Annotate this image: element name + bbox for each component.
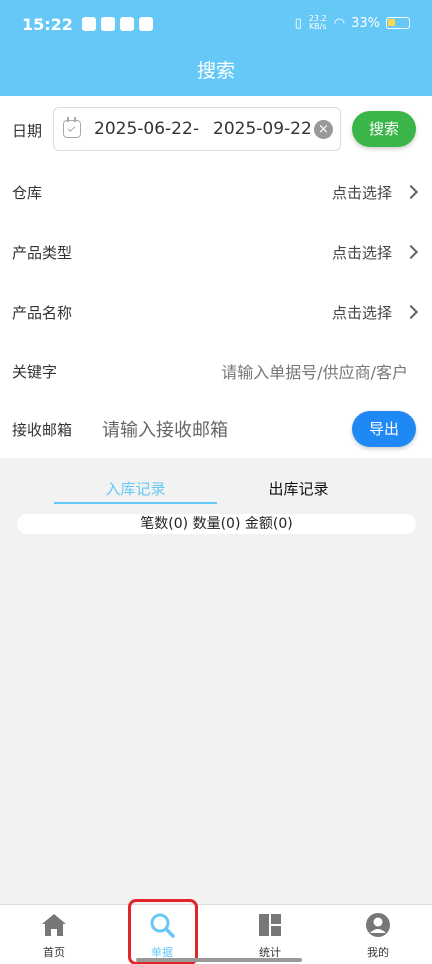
product-name-row[interactable]: 产品名称 点击选择 [0, 282, 432, 342]
warehouse-label: 仓库 [12, 184, 43, 202]
network-speed: 23.2 KB/s [308, 14, 327, 31]
email-label: 接收邮箱 [12, 421, 73, 439]
app-notification-icon [101, 17, 115, 31]
nav-home[interactable]: 首页 [0, 905, 108, 964]
wifi-icon: ◠ [333, 15, 346, 31]
date-start[interactable]: 2025-06-22 [94, 119, 193, 139]
battery-icon [386, 17, 410, 29]
status-time: 15:22 [22, 15, 73, 34]
highlight-box [128, 899, 198, 964]
calendar-icon [63, 117, 81, 138]
product-name-label: 产品名称 [12, 304, 73, 322]
export-button[interactable]: 导出 [352, 411, 416, 447]
keyword-input[interactable]: 请输入单据号/供应商/客户 [221, 359, 408, 383]
search-button[interactable]: 搜索 [352, 111, 416, 147]
chevron-right-icon [403, 244, 419, 260]
product-type-label: 产品类型 [12, 244, 73, 262]
notification-icons [82, 17, 153, 31]
nav-statistics[interactable]: 统计 [216, 905, 324, 964]
date-label: 日期 [12, 122, 43, 140]
status-bar: 15:22 ▯ 23.2 KB/s ◠ 33% [0, 0, 432, 50]
dashboard-icon [259, 914, 281, 936]
nav-home-label: 首页 [43, 946, 65, 959]
tab-inbound[interactable]: 入库记录 [54, 478, 217, 499]
app-notification-icon [82, 17, 96, 31]
summary-bar: 笔数(0) 数量(0) 金额(0) [17, 514, 416, 534]
product-type-select[interactable]: 点击选择 [332, 242, 392, 263]
active-tab-indicator [54, 502, 217, 504]
app-notification-icon [139, 17, 153, 31]
status-right: ▯ 23.2 KB/s ◠ 33% [295, 15, 410, 31]
nav-profile[interactable]: 我的 [324, 905, 432, 964]
home-icon [42, 914, 66, 936]
gesture-bar [136, 958, 302, 962]
nav-profile-label: 我的 [367, 946, 389, 959]
record-tabs: 入库记录 出库记录 [0, 470, 432, 506]
user-icon [366, 913, 390, 937]
bottom-nav: 首页 单据 统计 我的 [0, 904, 432, 964]
chevron-right-icon [403, 184, 419, 200]
date-end[interactable]: 2025-09-22 [213, 119, 312, 139]
vibrate-icon: ▯ [294, 15, 302, 31]
search-form: 日期 2025-06-22 - 2025-09-22 × 搜索 仓库 点击选择 … [0, 96, 432, 458]
product-type-row[interactable]: 产品类型 点击选择 [0, 222, 432, 282]
date-range-input[interactable]: 2025-06-22 - 2025-09-22 × [53, 107, 341, 151]
warehouse-row[interactable]: 仓库 点击选择 [0, 162, 432, 222]
chevron-right-icon [403, 304, 419, 320]
tab-outbound[interactable]: 出库记录 [217, 478, 380, 499]
email-input[interactable]: 请输入接收邮箱 [102, 416, 228, 442]
page-title: 搜索 [196, 60, 235, 82]
date-separator: - [193, 119, 200, 139]
app-notification-icon [120, 17, 134, 31]
top-bar: 15:22 ▯ 23.2 KB/s ◠ 33% 搜索 [0, 0, 432, 96]
battery-percent: 33% [351, 15, 380, 31]
warehouse-select[interactable]: 点击选择 [332, 182, 392, 203]
date-row: 日期 2025-06-22 - 2025-09-22 × 搜索 [0, 96, 432, 156]
keyword-label: 关键字 [12, 363, 58, 381]
clear-icon[interactable]: × [314, 120, 333, 139]
product-name-select[interactable]: 点击选择 [332, 302, 392, 323]
